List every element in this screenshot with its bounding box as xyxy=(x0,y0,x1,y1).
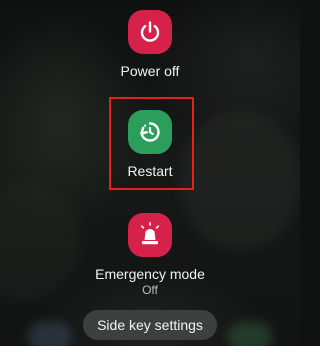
power-off-label: Power off xyxy=(120,63,180,79)
restart-label: Restart xyxy=(127,163,173,179)
emergency-mode-label: Emergency mode xyxy=(95,266,205,282)
restart-option[interactable]: Restart xyxy=(0,110,300,179)
power-menu-screen: Power off Restart Emergency mode Off Sid… xyxy=(0,0,300,346)
side-key-settings-button[interactable]: Side key settings xyxy=(83,310,217,340)
restart-button[interactable] xyxy=(128,110,172,154)
dock-icon-blurred xyxy=(228,322,272,346)
emergency-mode-option[interactable]: Emergency mode Off xyxy=(0,213,300,297)
power-icon xyxy=(140,21,160,42)
emergency-beacon-icon xyxy=(141,222,160,245)
restart-icon xyxy=(140,122,160,142)
emergency-mode-button[interactable] xyxy=(128,213,172,257)
power-off-option[interactable]: Power off xyxy=(0,10,300,79)
power-off-button[interactable] xyxy=(128,10,172,54)
emergency-mode-status: Off xyxy=(142,283,158,297)
dock-icon-blurred xyxy=(28,322,72,346)
